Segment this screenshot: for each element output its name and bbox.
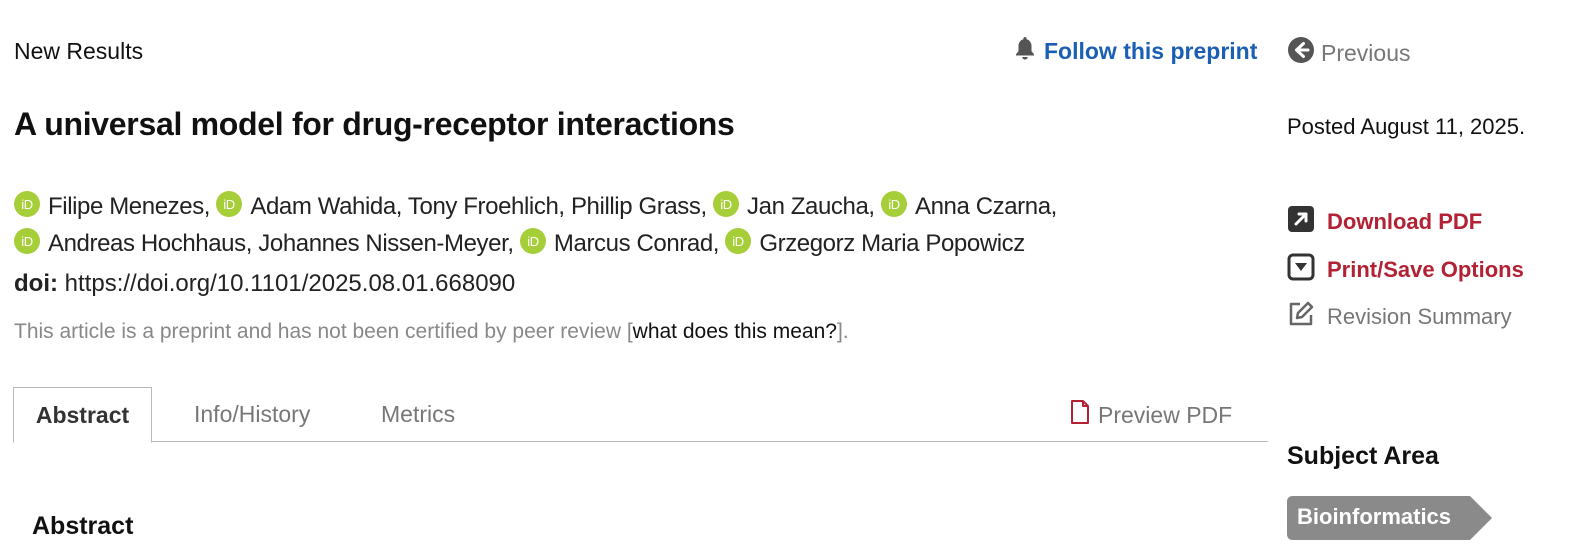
orcid-icon[interactable]: iD <box>880 191 907 227</box>
author-label: Jan Zaucha, <box>747 193 875 220</box>
previous-button[interactable]: Previous <box>1287 36 1410 70</box>
revision-summary-label: Revision Summary <box>1327 304 1512 329</box>
doi-line: doi: https://doi.org/10.1101/2025.08.01.… <box>14 270 515 298</box>
arrow-left-circle-icon <box>1287 36 1315 70</box>
follow-label: Follow this preprint <box>1044 37 1258 64</box>
orcid-icon[interactable]: iD <box>216 191 243 227</box>
author-label: Anna Czarna, <box>914 193 1057 220</box>
author-label: Adam Wahida, <box>250 193 403 220</box>
orcid-icon[interactable]: iD <box>14 228 40 264</box>
author-label: Tony Froehlich, <box>407 193 565 220</box>
doi-label: doi: <box>14 270 58 297</box>
orcid-icon[interactable]: iD <box>713 191 740 227</box>
author-name[interactable]: iD Marcus Conrad, <box>519 228 720 257</box>
author-name[interactable]: iD Andreas Hochhaus, <box>14 228 252 257</box>
download-pdf-button[interactable]: Download PDF <box>1287 205 1482 239</box>
author-name[interactable]: Phillip Grass, <box>571 193 707 220</box>
article-title: A universal model for drug-receptor inte… <box>14 106 735 142</box>
orcid-icon[interactable]: iD <box>725 228 752 264</box>
orcid-icon[interactable]: iD <box>14 191 40 227</box>
subject-tag-label: Bioinformatics <box>1297 504 1452 529</box>
svg-text:iD: iD <box>21 234 32 249</box>
svg-text:iD: iD <box>21 197 32 212</box>
author-label: Phillip Grass, <box>570 193 707 220</box>
print-save-label: Print/Save Options <box>1327 257 1524 282</box>
author-name[interactable]: Tony Froehlich, <box>408 193 565 220</box>
edit-icon <box>1287 300 1315 334</box>
caret-down-square-icon <box>1287 253 1315 287</box>
author-label: Grzegorz Maria Popowicz <box>759 230 1025 257</box>
external-link-icon <box>1287 205 1315 239</box>
bell-icon <box>1014 36 1036 66</box>
revision-summary-link[interactable]: Revision Summary <box>1287 300 1512 334</box>
follow-preprint-button[interactable]: Follow this preprint <box>1014 36 1257 66</box>
svg-text:iD: iD <box>224 197 235 212</box>
peer-review-end: ]. <box>836 320 849 343</box>
previous-label: Previous <box>1321 39 1411 66</box>
author-label: Andreas Hochhaus, <box>48 230 252 257</box>
author-name[interactable]: iD Anna Czarna, <box>880 191 1057 220</box>
preview-pdf-button[interactable]: Preview PDF <box>1070 400 1232 430</box>
svg-text:iD: iD <box>888 197 899 212</box>
preview-pdf-label: Preview PDF <box>1098 401 1233 428</box>
svg-text:iD: iD <box>527 234 538 249</box>
subject-area-heading: Subject Area <box>1287 442 1439 470</box>
doi-link[interactable]: https://doi.org/10.1101/2025.08.01.66809… <box>65 270 516 297</box>
author-name[interactable]: iD Grzegorz Maria Popowicz <box>725 228 1025 257</box>
author-name[interactable]: Johannes Nissen-Meyer, <box>258 230 514 257</box>
author-label: Johannes Nissen-Meyer, <box>258 230 514 257</box>
download-pdf-label: Download PDF <box>1327 209 1483 234</box>
peer-review-note: This article is a preprint and has not b… <box>14 320 849 344</box>
tab-abstract[interactable]: Abstract <box>13 387 152 443</box>
svg-text:iD: iD <box>720 197 731 212</box>
file-pdf-icon <box>1070 400 1090 430</box>
svg-text:iD: iD <box>733 234 744 249</box>
subject-tag-bioinformatics[interactable]: Bioinformatics <box>1287 496 1492 540</box>
peer-review-text: This article is a preprint and has not b… <box>14 320 633 343</box>
abstract-heading: Abstract <box>32 512 134 540</box>
print-save-options-button[interactable]: Print/Save Options <box>1287 253 1524 287</box>
author-label: Marcus Conrad, <box>553 230 720 257</box>
author-list: iD Filipe Menezes, iD Adam Wahida, Tony Fr… <box>14 190 1254 264</box>
what-does-this-mean-link[interactable]: what does this mean? <box>633 320 837 343</box>
author-name[interactable]: iD Adam Wahida, <box>216 191 403 220</box>
tab-metrics[interactable]: Metrics <box>381 387 455 441</box>
author-label: Filipe Menezes, <box>48 193 211 220</box>
posted-date: Posted August 11, 2025. <box>1287 114 1526 139</box>
orcid-icon[interactable]: iD <box>519 228 546 264</box>
section-label: New Results <box>14 38 144 64</box>
author-name[interactable]: iD Jan Zaucha, <box>713 191 875 220</box>
author-name[interactable]: iD Filipe Menezes, <box>14 191 211 220</box>
tab-info-history[interactable]: Info/History <box>194 387 310 441</box>
